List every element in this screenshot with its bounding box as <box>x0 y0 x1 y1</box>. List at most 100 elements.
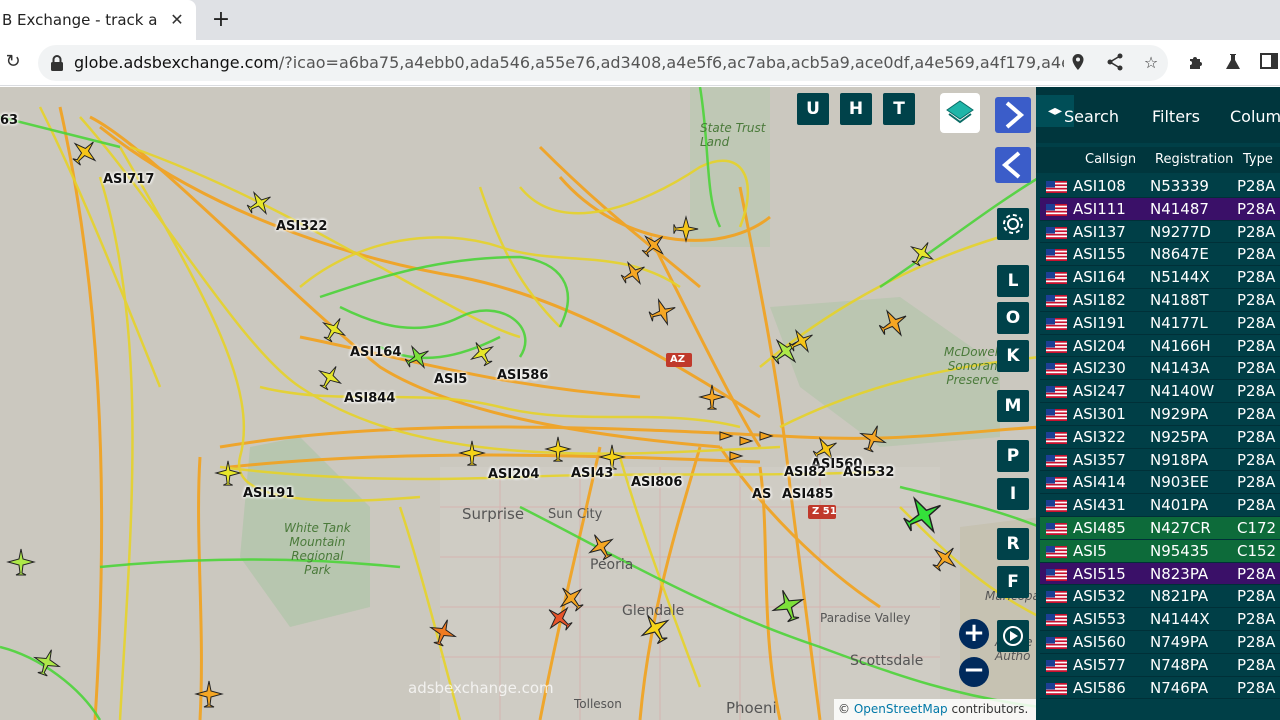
replay-icon[interactable] <box>997 620 1029 652</box>
table-row[interactable]: ASI164 N5144X P28A <box>1040 266 1280 289</box>
aircraft-icon[interactable] <box>428 617 458 647</box>
map-button-p[interactable]: P <box>997 440 1029 472</box>
side-panel-icon[interactable] <box>1259 53 1279 73</box>
close-tab-icon[interactable]: ✕ <box>166 9 188 31</box>
table-row[interactable]: ASI431 N401PA P28A <box>1040 494 1280 517</box>
openstreetmap-link[interactable]: OpenStreetMap <box>854 702 948 716</box>
aircraft-label[interactable]: ASI164 <box>350 345 401 360</box>
aircraft-label[interactable]: ASI43 <box>571 466 613 481</box>
table-row[interactable]: ASI182 N4188T P28A <box>1040 288 1280 312</box>
map-button-l[interactable]: L <box>997 265 1029 297</box>
aircraft-icon[interactable] <box>214 459 242 487</box>
aircraft-icon[interactable] <box>544 435 572 463</box>
column-registration[interactable]: Registration <box>1155 152 1233 167</box>
collapse-panel-button[interactable] <box>995 147 1031 183</box>
aircraft-label[interactable]: ASI191 <box>243 486 294 501</box>
aircraft-icon[interactable] <box>878 307 910 339</box>
settings-gear-icon[interactable] <box>997 208 1029 240</box>
tab-filters[interactable]: Filters <box>1152 99 1200 135</box>
tab-columns[interactable]: Colum <box>1230 99 1280 135</box>
column-type[interactable]: Type <box>1243 152 1273 167</box>
aircraft-label[interactable]: ASI82 <box>784 465 826 480</box>
aircraft-label[interactable]: ASI586 <box>497 368 548 383</box>
table-row[interactable]: ASI191 N4177L P28A <box>1040 311 1280 335</box>
table-row[interactable]: ASI414 N903EE P28A <box>1040 471 1280 495</box>
zoom-in-button[interactable]: + <box>959 619 989 649</box>
aircraft-icon[interactable] <box>468 339 496 367</box>
aircraft-icon[interactable] <box>70 137 100 167</box>
aircraft-icon[interactable] <box>858 423 888 453</box>
aircraft-icon[interactable] <box>246 189 274 217</box>
aircraft-icon[interactable] <box>32 647 62 677</box>
location-pin-icon[interactable] <box>1068 53 1088 73</box>
lab-flask-icon[interactable] <box>1223 53 1243 73</box>
aircraft-icon[interactable] <box>930 543 960 573</box>
map-button-m[interactable]: M <box>997 390 1029 422</box>
aircraft-icon[interactable] <box>648 297 678 327</box>
table-row[interactable]: ASI586 N746PA P28A <box>1040 676 1280 700</box>
aircraft-label[interactable]: ASI485 <box>782 487 833 502</box>
table-row[interactable]: ASI155 N8647E P28A <box>1040 243 1280 267</box>
map-button-o[interactable]: O <box>997 302 1029 334</box>
flight-map[interactable]: 63 ASI717 ASI322 ASI164 ASI5 ASI586 ASI8… <box>0 87 1040 720</box>
aircraft-label[interactable]: ASI532 <box>843 465 894 480</box>
table-row[interactable]: ASI560 N749PA P28A <box>1040 630 1280 654</box>
table-row[interactable]: ASI5 N95435 C152 <box>1040 539 1280 563</box>
aircraft-icon[interactable] <box>320 315 348 343</box>
aircraft-icon[interactable] <box>620 259 648 287</box>
aircraft-label[interactable]: ASI717 <box>103 172 154 187</box>
aircraft-icon[interactable] <box>640 231 668 259</box>
new-tab-button[interactable]: + <box>208 7 234 33</box>
zoom-out-button[interactable]: − <box>959 657 989 687</box>
aircraft-label[interactable]: ASI204 <box>488 467 539 482</box>
aircraft-icon[interactable] <box>698 383 726 411</box>
aircraft-label[interactable]: ASI5 <box>434 372 467 387</box>
address-bar[interactable]: globe.adsbexchange.com/?icao=a6ba75,a4eb… <box>38 45 1168 81</box>
tab-search[interactable]: Search <box>1064 99 1119 135</box>
table-row[interactable]: ASI204 N4166H P28A <box>1040 334 1280 358</box>
aircraft-icon-selected[interactable] <box>902 493 946 537</box>
aircraft-icon[interactable] <box>544 603 574 633</box>
aircraft-icon[interactable] <box>672 215 700 243</box>
column-callsign[interactable]: Callsign <box>1085 152 1136 167</box>
aircraft-label[interactable]: ASI806 <box>631 475 682 490</box>
table-row[interactable]: ASI515 N823PA P28A <box>1040 562 1280 586</box>
layers-icon[interactable] <box>940 93 980 133</box>
lock-icon[interactable] <box>50 54 64 72</box>
map-button-f[interactable]: F <box>997 566 1029 598</box>
aircraft-icon[interactable] <box>194 679 224 709</box>
aircraft-icon[interactable] <box>6 547 36 577</box>
aircraft-icon[interactable] <box>316 363 344 391</box>
table-row[interactable]: ASI247 N4140W P28A <box>1040 380 1280 403</box>
map-button-i[interactable]: I <box>997 478 1029 510</box>
extensions-icon[interactable] <box>1186 53 1206 73</box>
expand-panel-button[interactable] <box>995 97 1031 133</box>
bookmark-star-icon[interactable]: ☆ <box>1141 53 1161 73</box>
aircraft-icon[interactable] <box>404 343 432 371</box>
browser-tab[interactable]: B Exchange - track a ✕ <box>0 0 196 40</box>
aircraft-icon[interactable] <box>458 439 486 467</box>
table-row[interactable]: ASI230 N4143A P28A <box>1040 357 1280 381</box>
aircraft-label[interactable]: 63 <box>0 113 18 128</box>
table-row[interactable]: ASI108 N53339 P28A <box>1040 175 1280 198</box>
aircraft-label[interactable]: AS <box>752 487 771 502</box>
reload-icon[interactable]: ↻ <box>2 51 24 73</box>
map-button-r[interactable]: R <box>997 528 1029 560</box>
aircraft-icon[interactable] <box>788 327 816 355</box>
aircraft-icon[interactable] <box>908 239 936 267</box>
table-row[interactable]: ASI577 N748PA P28A <box>1040 653 1280 677</box>
share-icon[interactable] <box>1105 53 1125 73</box>
map-button-h[interactable]: H <box>840 93 872 125</box>
table-row[interactable]: ASI111 N41487 P28A <box>1040 197 1280 221</box>
table-row[interactable]: ASI301 N929PA P28A <box>1040 402 1280 426</box>
table-row[interactable]: ASI485 N427CR C172 <box>1040 516 1280 540</box>
map-button-t[interactable]: T <box>883 93 915 125</box>
table-row[interactable]: ASI357 N918PA P28A <box>1040 448 1280 472</box>
map-button-u[interactable]: U <box>797 93 829 125</box>
table-row[interactable]: ASI553 N4144X P28A <box>1040 608 1280 631</box>
table-row[interactable]: ASI137 N9277D P28A <box>1040 220 1280 244</box>
aircraft-label[interactable]: ASI844 <box>344 391 395 406</box>
table-row[interactable]: ASI322 N925PA P28A <box>1040 425 1280 449</box>
map-button-k[interactable]: K <box>997 340 1029 372</box>
table-row[interactable]: ASI532 N821PA P28A <box>1040 585 1280 609</box>
